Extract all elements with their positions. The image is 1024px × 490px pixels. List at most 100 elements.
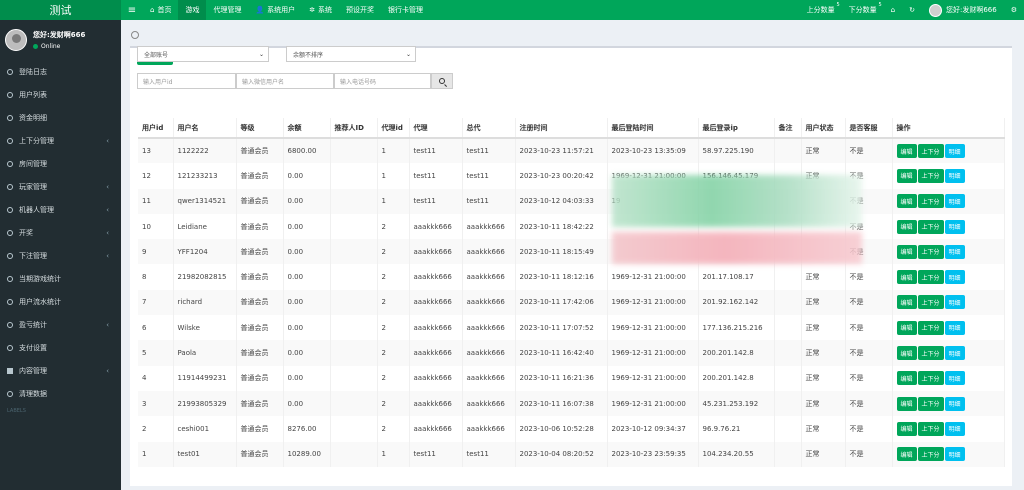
edit-button[interactable]: 编辑 <box>896 144 917 159</box>
adjust-points-button[interactable]: 上下分 <box>917 421 944 436</box>
details-button[interactable]: 明细 <box>944 320 965 335</box>
edit-button[interactable]: 编辑 <box>896 421 917 436</box>
balance-sort-select[interactable]: 余额不排序 ⌄ <box>286 46 416 62</box>
sidebar-item-8[interactable]: 下注管理 ‹ <box>0 244 121 267</box>
table-cell: aaakkk666 <box>462 416 516 442</box>
edit-button[interactable]: 编辑 <box>896 320 917 335</box>
edit-button[interactable]: 编辑 <box>896 270 917 285</box>
sidebar-toggle-icon[interactable]: ≡ <box>121 5 143 16</box>
settings-icon[interactable]: ⚙ <box>1004 0 1024 20</box>
adjust-points-button[interactable]: 上下分 <box>917 320 944 335</box>
edit-button[interactable]: 编辑 <box>896 194 917 209</box>
app-logo[interactable]: 测试 <box>0 0 121 20</box>
details-button[interactable]: 明细 <box>944 371 965 386</box>
adjust-points-button[interactable]: 上下分 <box>917 396 944 411</box>
sidebar-item-label: 房间管理 <box>19 159 47 168</box>
refresh-icon[interactable]: ↻ <box>902 0 922 20</box>
circle-icon <box>7 229 13 236</box>
topnav-item-1[interactable]: 游戏 <box>178 0 207 20</box>
topnav-item-3[interactable]: 👤 系统用户 <box>248 0 302 20</box>
table-cell <box>774 315 802 341</box>
table-cell: 不是 <box>845 390 893 417</box>
table-cell: 不是 <box>845 441 893 467</box>
sidebar-item-3[interactable]: 上下分管理 ‹ <box>0 129 121 152</box>
adjust-points-button[interactable]: 上下分 <box>917 168 944 183</box>
table-cell: 不是 <box>845 416 893 442</box>
sidebar-item-9[interactable]: 当期游戏统计 <box>0 267 121 290</box>
adjust-points-button[interactable]: 上下分 <box>917 219 944 234</box>
topnav-item-5[interactable]: 预设开奖 <box>339 0 381 20</box>
table-cell: 正常 <box>801 441 846 467</box>
online-dot-icon <box>33 44 38 49</box>
down-count-link[interactable]: 下分数量 5 <box>842 0 884 20</box>
details-button[interactable]: 明细 <box>944 168 965 183</box>
table-cell: aaakkk666 <box>462 239 516 265</box>
details-button[interactable]: 明细 <box>944 295 965 310</box>
user-menu[interactable]: 您好:发财啊666 <box>922 0 1004 20</box>
details-button[interactable]: 明细 <box>944 219 965 234</box>
sidebar-item-1[interactable]: 用户列表 <box>0 83 121 106</box>
sidebar-item-5[interactable]: 玩家管理 ‹ <box>0 175 121 198</box>
sidebar-item-13[interactable]: 内容管理 ‹ <box>0 359 121 382</box>
table-cell: 普通会员 <box>236 390 284 417</box>
up-count-link[interactable]: 上分数量 5 <box>800 0 842 20</box>
search-button[interactable] <box>431 73 453 89</box>
sidebar-item-6[interactable]: 机器人管理 ‹ <box>0 198 121 221</box>
edit-button[interactable]: 编辑 <box>896 447 917 462</box>
account-filter-select[interactable]: 全部账号 ⌄ <box>137 46 269 62</box>
sidebar-item-7[interactable]: 开奖 ‹ <box>0 221 121 244</box>
table-cell: 1122222 <box>173 138 237 164</box>
adjust-points-button[interactable]: 上下分 <box>917 447 944 462</box>
details-button[interactable]: 明细 <box>944 144 965 159</box>
adjust-points-button[interactable]: 上下分 <box>917 346 944 361</box>
details-button[interactable]: 明细 <box>944 270 965 285</box>
wechat-name-input[interactable]: 输入微信用户名 <box>236 73 334 89</box>
adjust-points-button[interactable]: 上下分 <box>917 194 944 209</box>
table-cell: 2 <box>377 390 410 417</box>
edit-button[interactable]: 编辑 <box>896 371 917 386</box>
details-button[interactable]: 明细 <box>944 421 965 436</box>
sidebar-item-10[interactable]: 用户流水统计 <box>0 290 121 313</box>
sidebar-item-2[interactable]: 资金明细 <box>0 106 121 129</box>
edit-button[interactable]: 编辑 <box>896 168 917 183</box>
table-cell: 正常 <box>801 163 846 189</box>
table-cell: 普通会员 <box>236 188 284 214</box>
edit-button[interactable]: 编辑 <box>896 396 917 411</box>
edit-button[interactable]: 编辑 <box>896 295 917 310</box>
table-cell: 0.00 <box>283 340 331 366</box>
adjust-points-button[interactable]: 上下分 <box>917 270 944 285</box>
sidebar-item-12[interactable]: 支付设置 <box>0 336 121 359</box>
table-cell: 4 <box>138 365 174 391</box>
details-button[interactable]: 明细 <box>944 194 965 209</box>
topnav-item-4[interactable]: ✲ 系统 <box>302 0 339 20</box>
topnav-item-6[interactable]: 银行卡管理 <box>381 0 430 20</box>
home-icon[interactable]: ⌂ <box>884 0 902 20</box>
down-count-badge: 5 <box>878 2 882 8</box>
circle-icon <box>7 321 13 328</box>
details-button[interactable]: 明细 <box>944 447 965 462</box>
edit-button[interactable]: 编辑 <box>896 219 917 234</box>
adjust-points-button[interactable]: 上下分 <box>917 144 944 159</box>
topnav-item-2[interactable]: 代理管理 <box>206 0 248 20</box>
sidebar-item-0[interactable]: 登陆日志 <box>0 60 121 83</box>
edit-button[interactable]: 编辑 <box>896 244 917 259</box>
online-status: Online <box>33 43 85 50</box>
sidebar-item-14[interactable]: 清理数据 <box>0 382 121 405</box>
topnav-item-label: 预设开奖 <box>346 6 375 14</box>
table-cell <box>330 188 378 214</box>
details-button[interactable]: 明细 <box>944 244 965 259</box>
table-cell: 21982082815 <box>173 264 237 290</box>
table-cell: 1 <box>377 163 410 189</box>
adjust-points-button[interactable]: 上下分 <box>917 244 944 259</box>
sidebar-item-11[interactable]: 盈亏统计 ‹ <box>0 313 121 336</box>
details-button[interactable]: 明细 <box>944 396 965 411</box>
details-button[interactable]: 明细 <box>944 346 965 361</box>
topnav-item-0[interactable]: ⌂ 首页 <box>143 0 178 20</box>
phone-input[interactable]: 输入电话号码 <box>334 73 431 89</box>
adjust-points-button[interactable]: 上下分 <box>917 295 944 310</box>
sidebar-item-4[interactable]: 房间管理 <box>0 152 121 175</box>
chevron-left-icon: ‹ <box>106 136 109 145</box>
adjust-points-button[interactable]: 上下分 <box>917 371 944 386</box>
userid-input[interactable]: 输入用户id <box>137 73 236 89</box>
edit-button[interactable]: 编辑 <box>896 346 917 361</box>
